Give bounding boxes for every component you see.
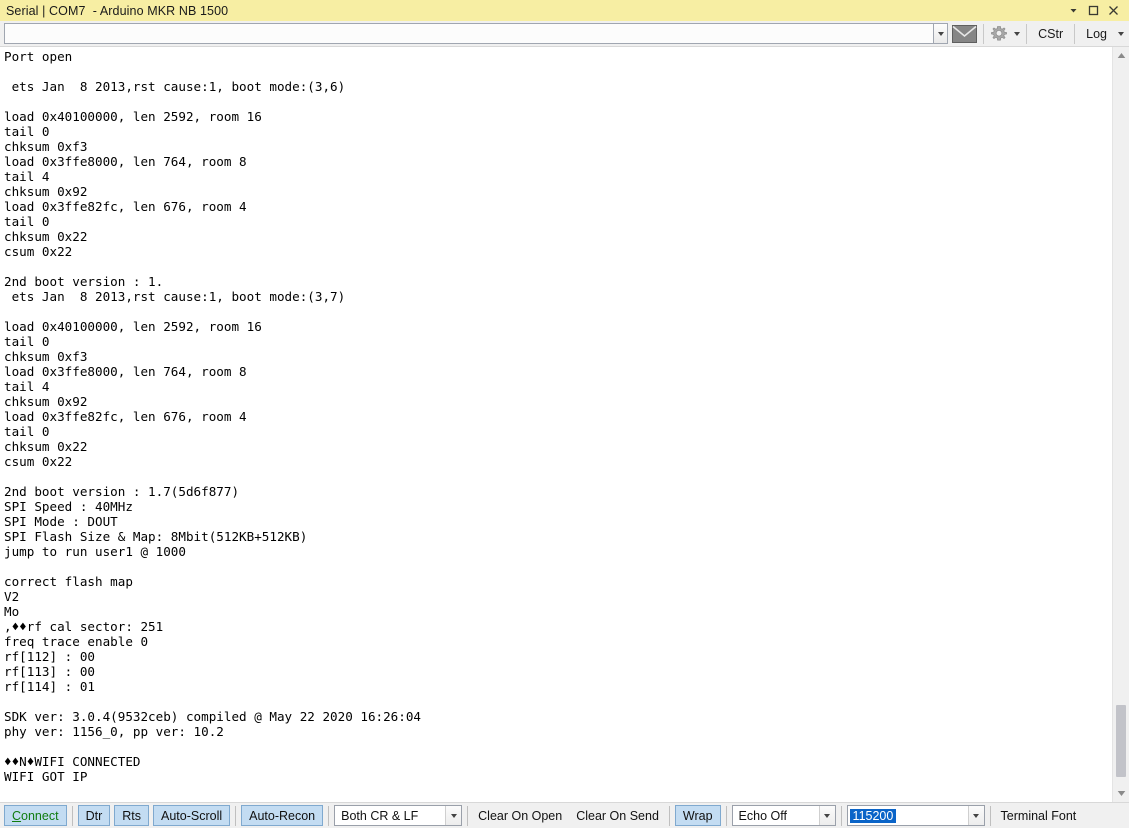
- window-title: Serial | COM7 - Arduino MKR NB 1500: [6, 3, 229, 18]
- chevron-down-icon: [450, 813, 457, 818]
- connect-button[interactable]: Connect: [4, 805, 67, 826]
- baud-rate-value: 115200: [849, 808, 897, 823]
- bottom-separator-7: [840, 805, 842, 826]
- clear-on-send-button[interactable]: Clear On Send: [569, 805, 666, 826]
- bottom-separator-6: [725, 805, 727, 826]
- cstr-button[interactable]: CStr: [1030, 23, 1071, 45]
- send-input[interactable]: [4, 23, 934, 44]
- connect-label-rest: onnect: [21, 808, 59, 823]
- toolbar-separator-1: [983, 23, 985, 44]
- chevron-down-icon: [1014, 31, 1021, 36]
- send-history-dropdown-button[interactable]: [933, 23, 949, 44]
- line-ending-dropdown-button[interactable]: [445, 806, 462, 825]
- window-menu-arrow-icon[interactable]: [1063, 1, 1083, 20]
- baud-dropdown-button[interactable]: [967, 806, 984, 825]
- auto-reconnect-button[interactable]: Auto-Recon: [241, 805, 324, 826]
- maximize-button[interactable]: [1083, 1, 1103, 20]
- echo-select[interactable]: Echo Off: [731, 805, 836, 826]
- terminal-output[interactable]: Port open ets Jan 8 2013,rst cause:1, bo…: [0, 47, 1112, 802]
- bottom-separator-8: [989, 805, 991, 826]
- bottom-toolbar: Connect Dtr Rts Auto-Scroll Auto-Recon B…: [0, 802, 1129, 828]
- chevron-down-icon: [1118, 31, 1124, 36]
- rts-button[interactable]: Rts: [114, 805, 149, 826]
- bottom-separator-1: [71, 805, 73, 826]
- scrollbar-thumb[interactable]: [1116, 705, 1126, 777]
- terminal-font-button[interactable]: Terminal Font: [994, 805, 1084, 826]
- chevron-down-icon: [824, 813, 831, 818]
- send-input-group: [4, 23, 949, 44]
- close-button[interactable]: [1103, 1, 1123, 20]
- terminal-area: Port open ets Jan 8 2013,rst cause:1, bo…: [0, 47, 1129, 802]
- scrollbar-track[interactable]: [1113, 64, 1129, 785]
- envelope-icon: [952, 24, 978, 43]
- echo-dropdown-button[interactable]: [818, 806, 835, 825]
- scroll-up-button[interactable]: [1113, 47, 1129, 64]
- bottom-separator-5: [668, 805, 670, 826]
- settings-dropdown-button[interactable]: [1011, 23, 1023, 45]
- chevron-down-icon: [973, 813, 980, 818]
- auto-scroll-button[interactable]: Auto-Scroll: [152, 805, 231, 826]
- toolbar-separator-2: [1026, 23, 1028, 44]
- send-message-button[interactable]: [949, 23, 980, 45]
- connect-accel-letter: C: [12, 808, 22, 823]
- wrap-button[interactable]: Wrap: [674, 805, 721, 826]
- scroll-down-button[interactable]: [1113, 785, 1129, 802]
- line-ending-value: Both CR & LF: [341, 808, 419, 823]
- line-ending-select[interactable]: Both CR & LF: [334, 805, 463, 826]
- settings-button[interactable]: [987, 23, 1011, 45]
- baud-rate-select[interactable]: 115200: [846, 805, 985, 826]
- window-controls: [1063, 1, 1127, 20]
- serial-monitor-window: Serial | COM7 - Arduino MKR NB 1500 CStr…: [0, 0, 1129, 828]
- bottom-separator-4: [467, 805, 469, 826]
- dtr-button[interactable]: Dtr: [77, 805, 111, 826]
- echo-value: Echo Off: [738, 808, 787, 823]
- baud-value-wrap: 115200: [848, 806, 968, 825]
- toolbar-separator-3: [1074, 23, 1076, 44]
- clear-on-open-button[interactable]: Clear On Open: [471, 805, 569, 826]
- bottom-separator-3: [328, 805, 330, 826]
- chevron-down-icon: [937, 31, 944, 36]
- gear-icon: [991, 25, 1008, 40]
- title-bar: Serial | COM7 - Arduino MKR NB 1500: [0, 0, 1129, 21]
- log-dropdown-button[interactable]: [1115, 23, 1127, 45]
- bottom-separator-2: [235, 805, 237, 826]
- send-toolbar: CStr Log: [0, 21, 1129, 47]
- log-button[interactable]: Log: [1078, 23, 1115, 45]
- terminal-vertical-scrollbar[interactable]: [1112, 47, 1129, 802]
